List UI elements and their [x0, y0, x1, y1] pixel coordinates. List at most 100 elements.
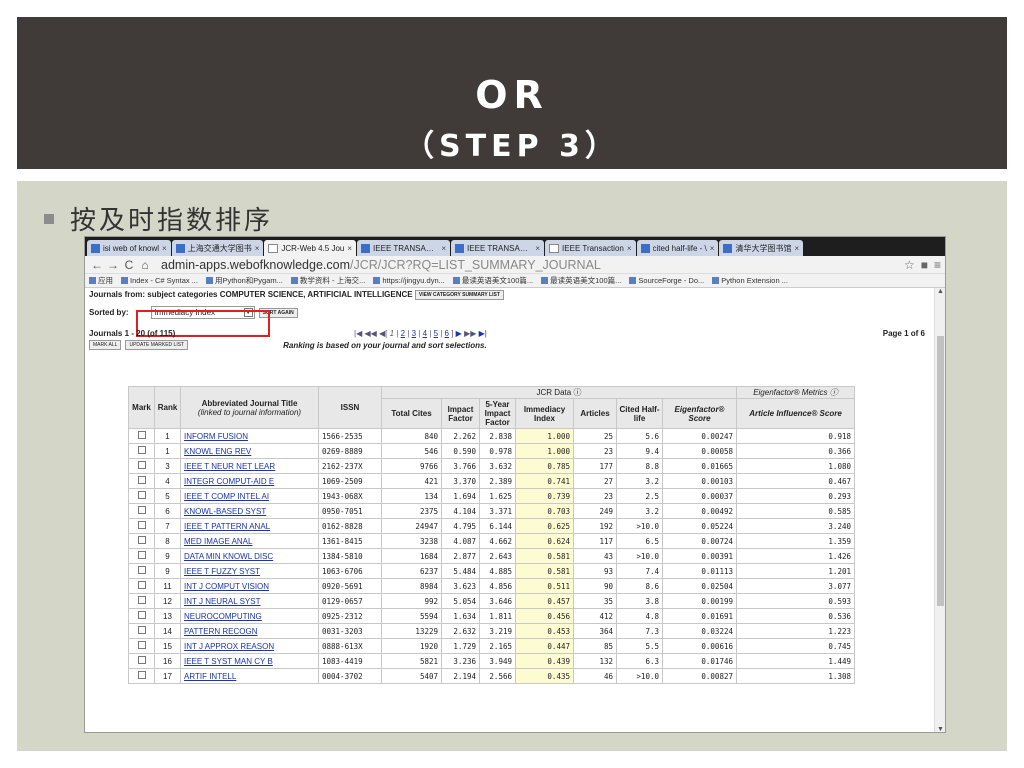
back-arrow-icon[interactable]: ← — [89, 258, 105, 272]
mark-checkbox[interactable] — [137, 581, 146, 589]
menu-icon[interactable]: ≡ — [934, 258, 941, 272]
bookmark-icon — [541, 277, 549, 284]
mark-checkbox[interactable] — [137, 671, 146, 679]
scrollbar[interactable]: ▲ ▼ — [934, 288, 945, 732]
bookmark-label: 教学资料 - 上海交... — [299, 276, 366, 285]
browser-tab[interactable]: cited half-life - \ × — [636, 240, 719, 256]
tab-favicon-icon — [268, 243, 279, 253]
journal-link[interactable]: INFORM FUSION — [184, 432, 248, 441]
prev-pages-icon[interactable]: ◀◀ — [364, 329, 376, 338]
forward-arrow-icon[interactable]: → — [105, 258, 121, 272]
mark-checkbox[interactable] — [137, 626, 146, 634]
rank-cell: 11 — [154, 578, 181, 594]
journal-link[interactable]: IEEE T FUZZY SYST — [184, 567, 260, 576]
close-icon[interactable]: × — [162, 244, 167, 253]
journal-link[interactable]: IEEE T PATTERN ANAL — [184, 522, 270, 531]
next-pages-icon[interactable]: ▶▶ — [464, 329, 476, 338]
last-page-icon[interactable]: ▶| — [479, 329, 487, 338]
mark-checkbox[interactable] — [137, 566, 146, 574]
prev-page-icon[interactable]: ◀ — [379, 329, 385, 338]
browser-tab[interactable]: JCR-Web 4.5 Jou × — [264, 240, 357, 256]
next-page-icon[interactable]: ▶ — [456, 329, 462, 338]
bookmark-item[interactable]: 应用 — [89, 275, 113, 286]
journal-link[interactable]: DATA MIN KNOWL DISC — [184, 552, 273, 561]
bookmark-item[interactable]: 教学资料 - 上海交... — [290, 275, 366, 286]
close-icon[interactable]: × — [347, 244, 352, 253]
mark-checkbox[interactable] — [137, 461, 146, 469]
scroll-down-icon[interactable]: ▼ — [937, 726, 944, 732]
update-marked-button[interactable]: UPDATE MARKED LIST — [125, 340, 189, 350]
bookmark-item[interactable]: Index - C# Syntax ... — [121, 276, 198, 285]
journal-link[interactable]: NEUROCOMPUTING — [184, 612, 262, 621]
half-life-cell: 8.6 — [616, 578, 663, 594]
half-life-cell: 3.2 — [616, 473, 663, 489]
mark-checkbox[interactable] — [137, 596, 146, 604]
journal-link[interactable]: IEEE T SYST MAN CY B — [184, 657, 273, 666]
close-icon[interactable]: × — [441, 244, 446, 253]
title-cell: KNOWL ENG REV — [180, 443, 319, 459]
page-link[interactable]: 6 — [445, 329, 449, 338]
mark-checkbox[interactable] — [137, 446, 146, 454]
home-icon[interactable]: ⌂ — [137, 258, 153, 272]
journal-link[interactable]: MED IMAGE ANAL — [184, 537, 252, 546]
bookmark-item[interactable]: 最读英语美文100篇... — [541, 275, 621, 286]
journal-link[interactable]: PATTERN RECOGN — [184, 627, 257, 636]
info-icon[interactable]: ⓘ — [573, 388, 581, 397]
mark-checkbox[interactable] — [137, 536, 146, 544]
journal-link[interactable]: IEEE T NEUR NET LEAR — [184, 462, 275, 471]
journal-link[interactable]: INT J APPROX REASON — [184, 642, 274, 651]
five-year-cell: 2.566 — [479, 668, 516, 684]
journal-link[interactable]: INT J COMPUT VISION — [184, 582, 269, 591]
journal-link[interactable]: KNOWL-BASED SYST — [184, 507, 266, 516]
mark-checkbox[interactable] — [137, 476, 146, 484]
view-category-button[interactable]: VIEW CATEGORY SUMMARY LIST — [414, 290, 504, 300]
scrollbar-thumb[interactable] — [937, 336, 944, 606]
mark-checkbox[interactable] — [137, 656, 146, 664]
close-icon[interactable]: × — [794, 244, 799, 253]
close-icon[interactable]: × — [627, 244, 632, 253]
browser-tab[interactable]: 上海交通大学图书 × — [171, 240, 264, 256]
five-year-cell: 4.662 — [479, 533, 516, 549]
journal-link[interactable]: INT J NEURAL SYST — [184, 597, 260, 606]
page-link[interactable]: 5 — [434, 329, 438, 338]
ai-cell: 1.223 — [736, 623, 855, 639]
bookmark-item[interactable]: 用Python和Pygam... — [205, 275, 283, 286]
bookmark-item[interactable]: https://jingyu.dyn... — [373, 276, 445, 285]
close-icon[interactable]: × — [535, 244, 540, 253]
scroll-up-icon[interactable]: ▲ — [937, 288, 944, 295]
first-page-icon[interactable]: |◀ — [354, 329, 362, 338]
mark-checkbox[interactable] — [137, 551, 146, 559]
mark-checkbox[interactable] — [137, 611, 146, 619]
browser-tab[interactable]: 清华大学图书馆 × — [719, 240, 804, 256]
mark-checkbox[interactable] — [137, 641, 146, 649]
page-link[interactable]: 3 — [412, 329, 416, 338]
mark-checkbox[interactable] — [137, 431, 146, 439]
journal-link[interactable]: IEEE T COMP INTEL AI — [184, 492, 269, 501]
info-icon[interactable]: ⓘ — [830, 388, 838, 397]
issn-cell: 2162-237X — [318, 458, 382, 474]
browser-tab[interactable]: IEEE TRANSACTI × — [357, 240, 451, 256]
mark-checkbox[interactable] — [137, 491, 146, 499]
close-icon[interactable]: × — [710, 244, 715, 253]
table-row: 13 NEUROCOMPUTING 0925-2312 5594 1.634 1.811 0… — [128, 608, 855, 624]
reload-icon[interactable]: C — [121, 258, 137, 272]
mark-checkbox[interactable] — [137, 521, 146, 529]
browser-tab[interactable]: IEEE Transaction × — [545, 240, 636, 256]
page-link[interactable]: 4 — [423, 329, 427, 338]
bookmark-item[interactable]: 最读英语美文100篇... — [452, 275, 533, 286]
bookmark-item[interactable]: Python Extension ... — [712, 276, 788, 285]
journal-link[interactable]: KNOWL ENG REV — [184, 447, 251, 456]
mark-all-button[interactable]: MARK ALL — [89, 340, 122, 350]
close-icon[interactable]: × — [255, 244, 260, 253]
mark-checkbox[interactable] — [137, 506, 146, 514]
journal-link[interactable]: INTEGR COMPUT-AID E — [184, 477, 274, 486]
browser-tab[interactable]: IEEE TRANSACTI × — [451, 240, 545, 256]
issn-cell: 1943-068X — [318, 488, 382, 504]
extension-icon[interactable]: ■ — [921, 258, 928, 272]
journal-link[interactable]: ARTIF INTELL — [184, 672, 236, 681]
bookmark-item[interactable]: SourceForge - Do... — [629, 276, 704, 285]
browser-tab[interactable]: isi web of knowl × — [87, 240, 171, 256]
url-field[interactable]: admin-apps.webofknowledge.com/JCR/JCR?RQ… — [161, 258, 601, 272]
star-icon[interactable]: ☆ — [904, 258, 915, 272]
page-link[interactable]: 2 — [401, 329, 405, 338]
